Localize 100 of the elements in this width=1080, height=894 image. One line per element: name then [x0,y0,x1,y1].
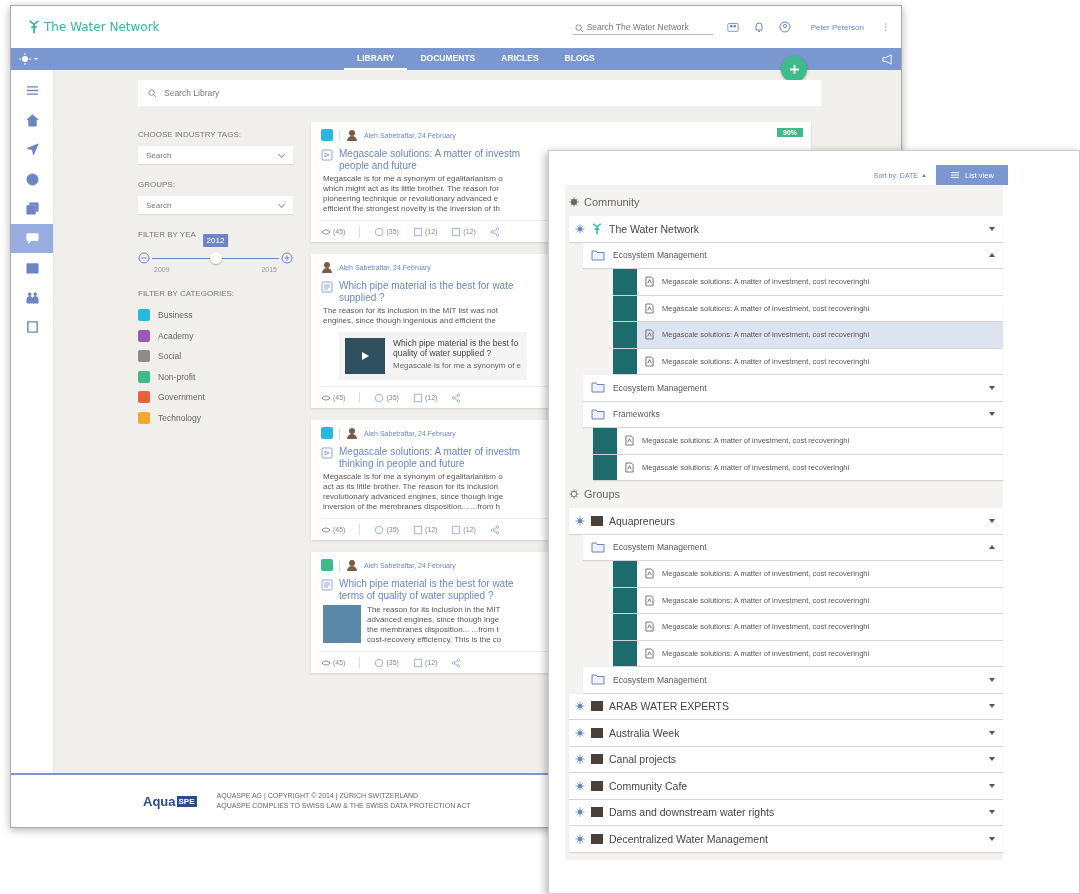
library-search-field[interactable]: Search Library [138,80,821,106]
link-preview[interactable]: Which pipe material is the best fo quality of water supplied ? Megascale is for me a synonym of e [339,332,528,380]
water-person-icon [27,20,41,34]
share-button[interactable] [451,657,462,668]
rail-item[interactable] [11,223,53,253]
post-title[interactable]: Which pipe material is the best for wate supplied ? [339,280,528,304]
share-button[interactable] [489,226,500,237]
user-name[interactable]: Peter Peterson [810,22,864,32]
year-tooltip: 2012 [202,233,229,247]
search-icon [148,89,157,98]
eye-icon [321,524,331,535]
document-icon [412,657,423,668]
category-item[interactable]: Business [158,310,193,321]
category-item[interactable]: Technology [158,412,201,423]
post-title[interactable]: Megascale solutions: A matter of investm people and future [339,148,521,172]
folder-row[interactable]: Frameworks [583,401,1003,427]
chat-icon [25,231,39,245]
bell-icon[interactable] [752,21,765,33]
photo-placeholder [613,561,637,587]
folder-row[interactable]: Ecosystem Management [583,375,1003,401]
post-title[interactable]: Which pipe material is the best for wate terms of quality of water supplied ? [339,578,514,602]
folder-row[interactable]: Ecosystem Management [583,667,1003,693]
tree-item[interactable]: Australia Week [569,720,1003,746]
minus-icon[interactable] [138,252,150,264]
group-thumbnail [591,807,603,818]
section-title: Groups [584,488,621,500]
group-thumbnail [591,754,603,765]
share-icon [451,392,462,403]
group-thumbnail [591,727,603,738]
eye-icon [321,657,331,668]
tree-item[interactable]: ARAB WATER EXPERTS [569,693,1003,719]
nav-tab[interactable]: DOCUMENTS [407,48,489,70]
more-icon[interactable] [884,22,887,32]
document-icon [412,226,423,237]
user-icon[interactable] [778,21,791,33]
note-icon [451,226,462,237]
plus-icon[interactable] [281,252,293,264]
category-item[interactable]: Non-profit [158,371,196,382]
photo-placeholder [593,428,617,454]
stack-icon [25,202,39,216]
avatar-icon [321,261,333,273]
group-thumbnail [591,780,603,791]
nav-tab[interactable]: BLOGS [551,48,608,70]
home-icon [25,113,39,127]
share-button[interactable] [489,524,500,535]
gear-icon [575,701,585,712]
folder-row[interactable]: Ecosystem Management [583,242,1003,268]
tree-item[interactable]: Community Cafe [569,773,1003,799]
share-icon [451,657,462,668]
megaphone-icon[interactable] [882,53,893,65]
pdf-icon [625,435,634,447]
check-circle-icon [374,226,385,237]
groups-dropdown[interactable]: Search [138,196,293,214]
category-item[interactable]: Academy [158,330,194,341]
gear-icon [575,833,585,844]
photo-placeholder [613,614,637,640]
post-excerpt: The reason for its inclusion in the MIT list was not engines, since though ingenious and efficient the [323,306,500,326]
filter-label: FILTER BY YEA [138,230,196,239]
folder-row[interactable]: Ecosystem Management [583,534,1003,560]
post-excerpt: Megascale is for me a synonym of egalitarianism o act as its little brother. The reason for its inclusion revolutionary advanced engines, since though inge inversion of the membranes disposition... ...from h [323,472,505,512]
gear-icon [569,197,579,207]
share-icon [489,226,500,237]
pdf-icon [625,461,634,473]
slider-handle[interactable] [209,251,222,264]
tree-item[interactable]: Aquapreneurs [569,508,1003,534]
section-title: Community [584,196,640,208]
tree-item[interactable]: Canal projects [569,746,1003,772]
sun-dropdown-icon[interactable] [19,53,39,65]
sun-icon [569,489,579,499]
check-circle-icon [374,524,385,535]
tree-item[interactable]: The Water Network [569,216,1003,242]
tree-item[interactable]: Dams and downstream water rights [569,799,1003,825]
avatar-icon [346,427,358,439]
document-icon [412,392,423,403]
document-icon [412,524,423,535]
folder-icon [591,382,605,394]
menu-icon [25,84,39,98]
filter-label: FILTER BY CATEGORIES: [138,289,236,298]
pdf-icon [645,302,654,314]
post-title[interactable]: Megascale solutions: A matter of investm thinking in people and future [339,446,521,470]
document-icon [321,447,333,459]
category-item[interactable]: Government [158,392,205,403]
category-item[interactable]: Social [158,351,182,362]
pdf-icon [645,594,654,606]
avatar-icon [346,129,358,141]
pdf-icon [645,647,654,659]
group-thumbnail [591,515,603,526]
pdf-icon [645,329,654,341]
gear-icon [575,754,585,765]
tags-dropdown[interactable]: Search [138,146,293,164]
eye-icon [321,226,331,237]
water-person-icon [591,222,603,235]
nav-tab[interactable]: ARICLES [488,48,552,70]
filter-label: GROUPS: [138,180,176,189]
group-thumbnail [591,701,603,712]
tree-item[interactable]: Decentralized Water Management [569,826,1003,852]
share-button[interactable] [451,392,462,403]
pdf-icon [645,355,654,367]
site-search-field[interactable]: Search The Water Network [572,19,713,35]
photo-placeholder [613,295,637,321]
